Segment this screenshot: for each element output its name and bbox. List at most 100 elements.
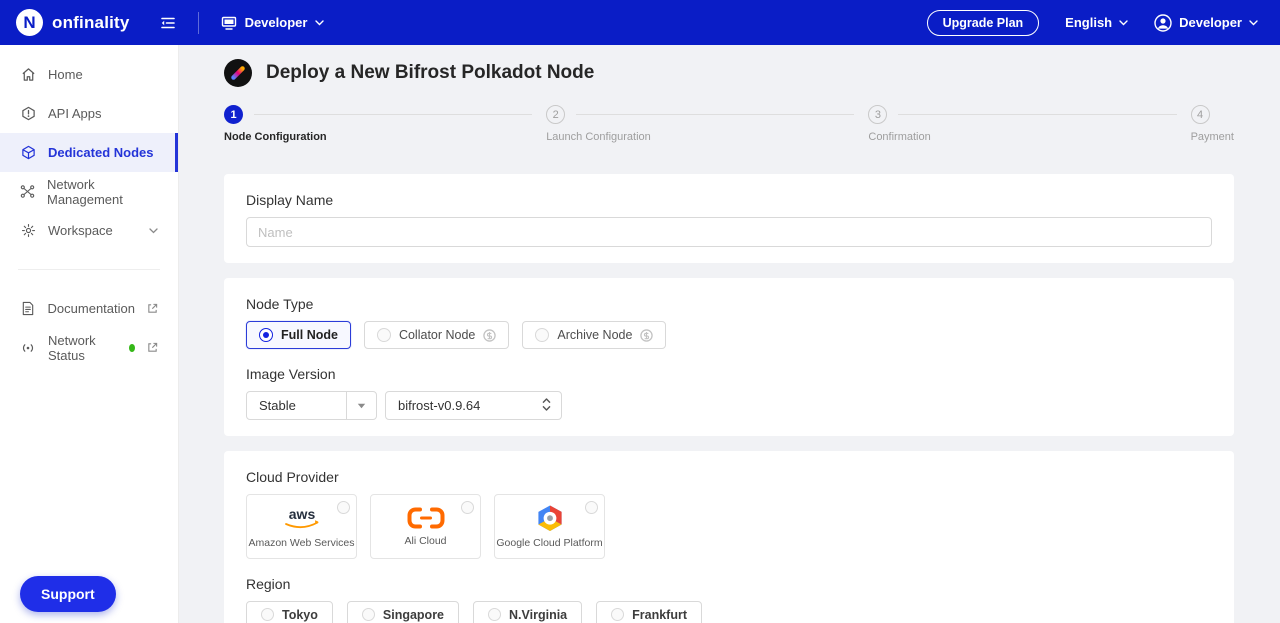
onfinality-logo[interactable]: N onfinality [16,9,130,36]
image-version-selects: Stable bifrost-v0.9.64 [246,391,1212,420]
node-type-archive-node[interactable]: Archive Node [522,321,667,349]
step-number: 1 [224,105,243,124]
region-option-label: N.Virginia [509,607,568,622]
workspace-selector[interactable]: Developer [221,15,325,30]
radio-unselected-icon [461,501,474,514]
page-title: Deploy a New Bifrost Polkadot Node [266,62,595,83]
provider-ali-cloud[interactable]: Ali Cloud [370,494,481,559]
alicloud-logo [407,507,444,529]
region-option-label: Frankfurt [632,607,688,622]
step-connector [576,114,855,115]
radio-unselected-icon [376,328,391,342]
sidebar-link-network-status[interactable]: Network Status [0,328,178,367]
chevron-down-icon [149,227,158,234]
network-status-icon [20,342,36,354]
radio-unselected-icon [488,608,502,621]
language-selector[interactable]: English [1065,15,1128,30]
radio-unselected-icon [535,328,550,342]
image-version-label: Image Version [246,366,336,382]
step-number: 4 [1190,105,1210,124]
chevron-down-icon [315,19,325,26]
external-link-icon [147,342,158,353]
workspace-settings-icon [20,223,36,238]
sidebar-item-label: Home [48,67,83,82]
step-label: Node Configuration [224,131,327,143]
cloud-provider-options: aws Amazon Web Services Ali Cloud Google… [246,494,1212,559]
brand-name: onfinality [52,12,130,32]
documentation-icon [20,301,36,316]
provider-aws[interactable]: aws Amazon Web Services [246,494,357,559]
region-singapore[interactable]: Singapore [346,601,460,623]
step-connector [898,114,1177,115]
user-menu[interactable]: Developer [1154,13,1258,32]
sidebar-collapse-icon[interactable] [160,15,176,31]
provider-name: Google Cloud Platform [496,537,603,549]
workspace-icon [221,16,236,30]
step-label: Launch Configuration [546,131,651,143]
step-launch-configuration: 2 Launch Configuration [546,105,868,143]
chevron-down-icon [1119,19,1128,26]
node-type-option-label: Collator Node [398,328,476,342]
display-name-input[interactable] [246,217,1212,247]
region-n-virginia[interactable]: N.Virginia [473,601,583,623]
node-config-card: Node Type Full Node Collator Node Archiv… [224,278,1234,436]
region-frankfurt[interactable]: Frankfurt [596,601,703,623]
release-channel-value: Stable [259,398,296,413]
sidebar-item-label: Network Management [47,176,123,207]
sidebar-link-label: Documentation [47,301,135,316]
region-option-label: Singapore [382,607,445,622]
status-online-dot [129,343,135,352]
google-cloud-logo [537,505,562,532]
radio-selected-icon [259,328,273,342]
sidebar-item-network-management[interactable]: Network Management [0,172,178,211]
onfinality-logo-icon: N [16,9,43,36]
sidebar-link-documentation[interactable]: Documentation [0,289,178,328]
release-channel-select[interactable]: Stable [246,391,377,420]
step-connector [254,114,533,115]
region-options: Tokyo Singapore N.Virginia Frankfurt [246,601,1212,623]
step-label: Confirmation [868,131,931,143]
language-label: English [1065,15,1113,30]
navbar-right: Upgrade Plan English Developer [926,9,1258,36]
node-type-full-node[interactable]: Full Node [246,321,351,349]
api-apps-icon [20,106,36,121]
step-node-configuration: 1 Node Configuration [224,105,546,143]
page-header: Deploy a New Bifrost Polkadot Node [224,58,1235,88]
node-type-collator-node[interactable]: Collator Node [363,321,510,349]
step-number: 2 [546,105,566,124]
radio-unselected-icon [585,501,598,514]
sidebar-divider [18,269,160,270]
image-version-select[interactable]: bifrost-v0.9.64 [385,391,562,420]
node-type-option-label: Archive Node [557,328,633,342]
up-down-caret-icon [542,397,551,414]
app-window: N onfinality Developer Upgrade Plan Engl… [0,0,1280,623]
step-confirmation: 3 Confirmation [868,105,1190,143]
sidebar-item-api-apps[interactable]: API Apps [0,94,178,133]
provider-name: Ali Cloud [404,535,447,547]
sidebar-item-dedicated-nodes[interactable]: Dedicated Nodes [0,133,178,172]
sidebar: Home API Apps Dedicated Nodes Network Ma… [0,45,179,623]
region-label: Region [246,576,291,592]
cloud-config-card: Cloud Provider aws Amazon Web Services A… [224,451,1234,623]
sidebar-link-label: Network Status [48,332,96,363]
top-navbar: N onfinality Developer Upgrade Plan Engl… [0,0,1280,45]
provider-google-cloud[interactable]: Google Cloud Platform [494,494,605,559]
sidebar-item-workspace[interactable]: Workspace [0,211,178,250]
radio-unselected-icon [361,608,375,621]
upgrade-plan-button[interactable]: Upgrade Plan [926,9,1040,36]
region-option-label: Tokyo [282,607,318,622]
workspace-name: Developer [244,15,308,30]
home-icon [20,67,36,82]
deploy-stepper: 1 Node Configuration 2 Launch Configurat… [224,105,1234,143]
support-button[interactable]: Support [20,576,116,612]
premium-cost-icon [640,328,654,342]
aws-logo: aws [284,506,318,529]
step-label: Payment [1190,131,1234,143]
node-type-option-label: Full Node [281,328,338,342]
svg-text:aws: aws [288,506,315,522]
region-tokyo[interactable]: Tokyo [246,601,333,623]
sidebar-item-home[interactable]: Home [0,55,178,94]
image-version-value: bifrost-v0.9.64 [398,398,481,413]
user-name: Developer [1179,15,1242,30]
external-link-icon [147,303,158,314]
